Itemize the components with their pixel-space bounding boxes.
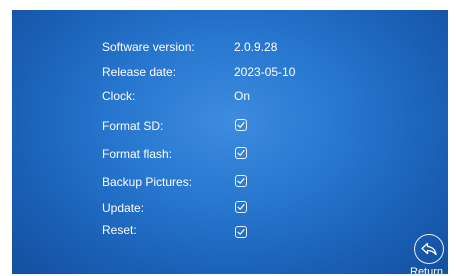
update-row: Update:	[102, 198, 402, 218]
reset-row: Reset:	[102, 220, 402, 240]
format-flash-row: Format flash:	[102, 144, 402, 164]
backup-pictures-label: Backup Pictures:	[102, 175, 193, 189]
return-arrow-icon	[421, 242, 437, 256]
checkmark-icon	[237, 178, 245, 184]
reset-checkbox[interactable]	[235, 226, 247, 238]
clock-value: On	[234, 89, 251, 103]
checkmark-icon	[237, 204, 245, 210]
update-checkbox[interactable]	[235, 201, 247, 213]
return-label: Return	[410, 266, 444, 274]
release-date-value: 2023-05-10	[234, 65, 296, 79]
format-flash-checkbox[interactable]	[235, 147, 247, 159]
format-sd-checkbox[interactable]	[235, 119, 247, 131]
update-label: Update:	[102, 201, 145, 215]
backup-pictures-row: Backup Pictures:	[102, 172, 402, 192]
software-version-row: Software version: 2.0.9.28	[102, 37, 402, 57]
clock-label: Clock:	[102, 89, 136, 103]
format-sd-row: Format SD:	[102, 116, 402, 136]
release-date-row: Release date: 2023-05-10	[102, 62, 402, 82]
software-version-value: 2.0.9.28	[234, 40, 278, 54]
checkmark-icon	[237, 150, 245, 156]
clock-row: Clock: On	[102, 86, 402, 106]
settings-screen: Software version: 2.0.9.28 Release date:…	[12, 10, 448, 274]
checkmark-icon	[237, 122, 245, 128]
format-flash-label: Format flash:	[102, 147, 173, 161]
reset-label: Reset:	[102, 223, 137, 237]
release-date-label: Release date:	[102, 65, 177, 79]
backup-pictures-checkbox[interactable]	[235, 175, 247, 187]
software-version-label: Software version:	[102, 40, 195, 54]
checkmark-icon	[237, 229, 245, 235]
format-sd-label: Format SD:	[102, 119, 164, 133]
return-button[interactable]	[414, 234, 444, 264]
